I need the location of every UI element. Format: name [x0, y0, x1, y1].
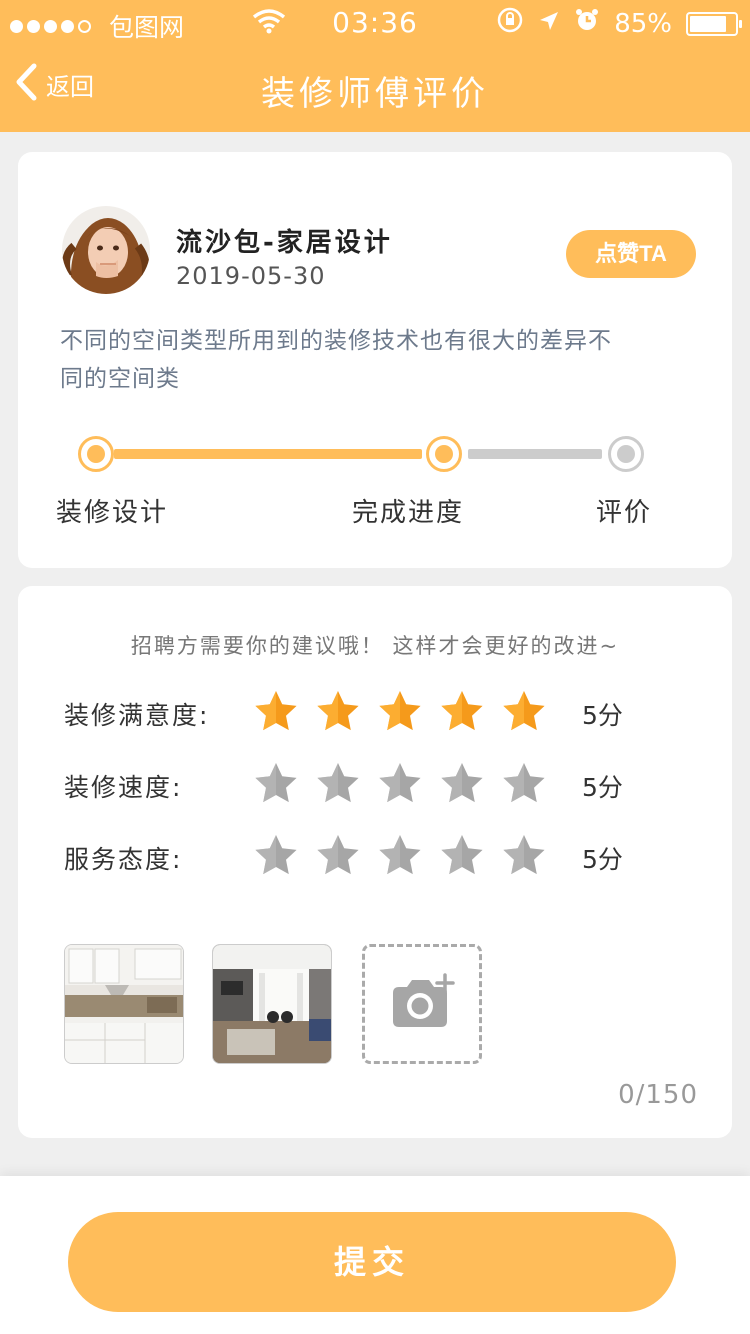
star-icon[interactable]: [376, 688, 424, 736]
review-description: 不同的空间类型所用到的装修技术也有很大的差异不同的空间类: [60, 328, 612, 392]
progress-node-progress: [426, 436, 462, 472]
review-date: 2019-05-30: [176, 262, 326, 290]
star-icon[interactable]: [438, 760, 486, 808]
star-icon[interactable]: [438, 688, 486, 736]
review-card: 流沙包-家居设计 2019-05-30 点赞TA 不同的空间类型所用到的装修技术…: [18, 152, 732, 568]
rating-score: 5分: [582, 773, 623, 802]
add-photo-button[interactable]: [362, 944, 482, 1064]
star-icon[interactable]: [314, 688, 362, 736]
battery-icon: [686, 11, 742, 36]
progress-line-pending: [468, 449, 602, 459]
rating-label: 装修速度:: [64, 773, 183, 802]
rating-row-speed: 装修速度: 5分: [18, 760, 732, 810]
star-icon[interactable]: [314, 760, 362, 808]
status-bar: 包图网 03:36 85%: [0, 0, 750, 46]
rating-label: 装修满意度:: [64, 701, 210, 730]
rating-prompt: 招聘方需要你的建议哦！ 这样才会更好的改进~: [130, 634, 620, 658]
app-header: 包图网 03:36 85% 返回 装修师傅评价: [0, 0, 750, 132]
star-icon[interactable]: [252, 688, 300, 736]
rating-card: 招聘方需要你的建议哦！ 这样才会更好的改进~ 装修满意度: 5分 装修速度: 5…: [18, 586, 732, 1138]
star-group: [252, 688, 548, 736]
progress-tracker: [18, 434, 732, 474]
progress-label-design: 装修设计: [56, 498, 169, 528]
rating-score: 5分: [582, 701, 623, 730]
progress-label-review: 评价: [596, 498, 653, 528]
rating-score: 5分: [582, 845, 623, 874]
star-group: [252, 832, 548, 880]
star-icon[interactable]: [252, 760, 300, 808]
star-icon[interactable]: [376, 760, 424, 808]
rating-row-satisfaction: 装修满意度: 5分: [18, 688, 732, 738]
star-group: [252, 760, 548, 808]
bottom-bar: 提交: [0, 1176, 750, 1334]
progress-node-design: [78, 436, 114, 472]
star-icon[interactable]: [500, 832, 548, 880]
rating-label: 服务态度:: [64, 845, 183, 874]
like-button[interactable]: 点赞TA: [566, 230, 696, 278]
location-icon: [538, 9, 560, 39]
battery-percent: 85%: [614, 8, 672, 39]
text-counter: 0/150: [618, 1080, 698, 1110]
alarm-icon: [574, 7, 600, 40]
reviewer-name: 流沙包-家居设计: [176, 228, 393, 258]
orientation-lock-icon: [496, 6, 524, 41]
star-icon[interactable]: [314, 832, 362, 880]
living-room-photo[interactable]: [212, 944, 332, 1064]
rating-row-service: 服务态度: 5分: [18, 832, 732, 882]
battery-fill: [690, 15, 727, 32]
progress-label-progress: 完成进度: [352, 498, 465, 528]
camera-plus-icon: [389, 973, 459, 1037]
star-icon[interactable]: [252, 832, 300, 880]
star-icon[interactable]: [500, 688, 548, 736]
star-icon[interactable]: [376, 832, 424, 880]
kitchen-photo[interactable]: [64, 944, 184, 1064]
page-title: 装修师傅评价: [261, 74, 489, 114]
progress-line-done: [114, 449, 422, 459]
star-icon[interactable]: [438, 832, 486, 880]
avatar: [62, 206, 150, 294]
submit-button[interactable]: 提交: [68, 1212, 676, 1312]
progress-node-review: [608, 436, 644, 472]
star-icon[interactable]: [500, 760, 548, 808]
